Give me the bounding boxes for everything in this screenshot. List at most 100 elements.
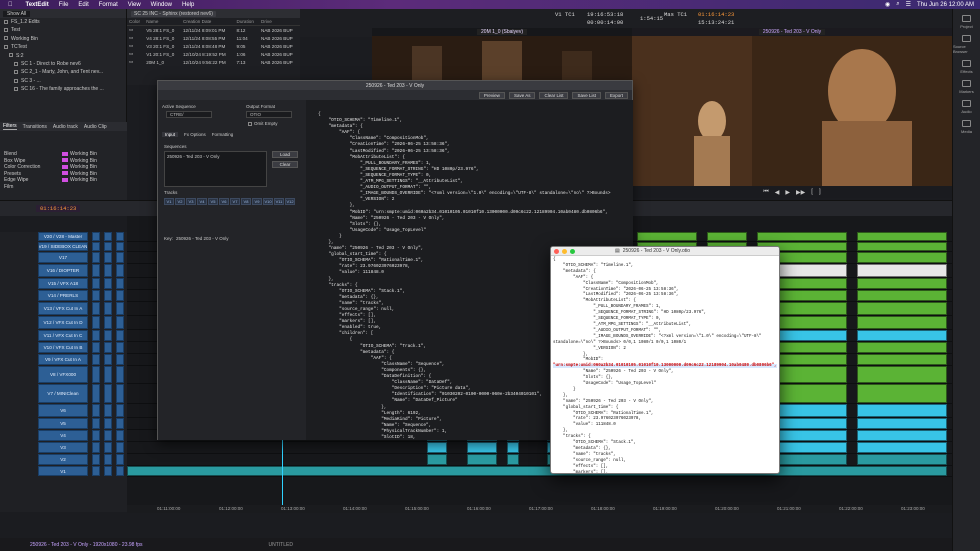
clear-button[interactable]: Clear bbox=[272, 161, 298, 168]
source-tc[interactable]: 19:16:53:18 bbox=[587, 11, 623, 18]
timeline-clip[interactable] bbox=[857, 404, 947, 417]
timeline-clip[interactable] bbox=[707, 232, 747, 241]
tab-transitions[interactable]: Transitions bbox=[23, 124, 47, 130]
track-toggle[interactable]: V6 bbox=[219, 198, 229, 205]
track-toggle-button[interactable] bbox=[92, 278, 100, 289]
apple-icon[interactable]:  bbox=[0, 2, 18, 8]
track-header[interactable]: V3 bbox=[38, 442, 88, 453]
timeline-clip[interactable] bbox=[857, 290, 947, 301]
track-toggle-button[interactable] bbox=[116, 430, 124, 441]
track-toggle-button[interactable] bbox=[116, 264, 124, 277]
track-header[interactable]: V1 bbox=[38, 466, 88, 476]
timeline-clip[interactable] bbox=[427, 454, 447, 465]
track-toggle-button[interactable] bbox=[116, 354, 124, 365]
track-toggle-button[interactable] bbox=[92, 232, 100, 241]
sidebar-effects[interactable]: Effects bbox=[953, 60, 980, 74]
track-toggle-button[interactable] bbox=[104, 430, 112, 441]
timeline-clip[interactable] bbox=[857, 442, 947, 453]
tab-formatting[interactable]: Formatting bbox=[212, 132, 234, 137]
track-toggle[interactable]: V3 bbox=[186, 198, 196, 205]
track-toggle-button[interactable] bbox=[104, 454, 112, 465]
source-tc-2[interactable]: 00:00:14:00 bbox=[587, 19, 623, 26]
fx-category[interactable]: Color Correction Presets bbox=[4, 164, 58, 177]
timeline-track[interactable] bbox=[127, 442, 952, 454]
tab-input[interactable]: Input bbox=[162, 132, 179, 137]
track-toggle-button[interactable] bbox=[116, 466, 124, 476]
clear-list-button[interactable]: Clear List bbox=[539, 91, 569, 99]
sidebar-audio[interactable]: Audio bbox=[953, 100, 980, 114]
timeline-clip[interactable] bbox=[427, 442, 447, 453]
save-as-button[interactable]: Save As bbox=[508, 91, 536, 99]
track-toggle[interactable]: V12 bbox=[285, 198, 295, 205]
menu-window[interactable]: Window bbox=[146, 2, 177, 8]
fx-item[interactable]: Working Bin bbox=[62, 164, 97, 171]
track-toggle-button[interactable] bbox=[104, 330, 112, 341]
fx-category[interactable]: Blend bbox=[4, 151, 58, 158]
bin-tree-item[interactable]: SC 16 - The family approaches the ... bbox=[4, 85, 126, 93]
track-toggle-button[interactable] bbox=[104, 316, 112, 329]
tab-fx-options[interactable]: Fx Options bbox=[184, 132, 206, 137]
sidebar-media[interactable]: Media bbox=[953, 120, 980, 134]
timeline-clip[interactable] bbox=[127, 466, 947, 476]
timeline-ruler[interactable]: 01:11:00:00 01:12:00:00 01:13:00:00 01:14:0… bbox=[127, 505, 952, 513]
source-clip-name[interactable]: 20M 1_0 (Sbaiyev) bbox=[477, 29, 527, 35]
track-header[interactable]: V5 bbox=[38, 418, 88, 429]
menu-file[interactable]: File bbox=[54, 2, 74, 8]
track-header[interactable]: V10 / VFX Cut In B bbox=[38, 342, 88, 353]
track-toggle-button[interactable] bbox=[104, 242, 112, 251]
timeline-clip[interactable] bbox=[637, 232, 697, 241]
sequence-list-item[interactable]: 250926 - Ted 203 - V Only bbox=[167, 154, 219, 159]
track-toggle-button[interactable] bbox=[92, 264, 100, 277]
track-toggle-button[interactable] bbox=[116, 442, 124, 453]
track-toggle-button[interactable] bbox=[116, 290, 124, 301]
track-toggle-button[interactable] bbox=[92, 384, 100, 403]
table-row[interactable]: ▭ V5 28:1 FS_0 12/11/24 8:09:01 PM 8:12 NAB … bbox=[127, 26, 300, 35]
timeline-clip[interactable] bbox=[857, 354, 947, 365]
timeline-clip[interactable] bbox=[507, 454, 519, 465]
track-header[interactable]: V20 / V28 - Master bbox=[38, 232, 88, 241]
track-toggle-button[interactable] bbox=[92, 454, 100, 465]
track-toggle-button[interactable] bbox=[104, 252, 112, 263]
textedit-document[interactable]: { "OTIO_SCHEMA": "Timeline.1", "metadata… bbox=[551, 256, 779, 473]
track-header[interactable]: V12 / VFX Cut In D bbox=[38, 316, 88, 329]
track-toggle-button[interactable] bbox=[116, 252, 124, 263]
track-toggle-button[interactable] bbox=[104, 342, 112, 353]
bin-tree-item[interactable]: SC 1 - Direct to Robe nev6 bbox=[4, 60, 126, 68]
track-header[interactable]: V16 / DIOPTER bbox=[38, 264, 88, 277]
track-toggle-button[interactable] bbox=[116, 342, 124, 353]
track-header[interactable]: V6 bbox=[38, 404, 88, 417]
track-header[interactable]: V8 / VFX000 bbox=[38, 366, 88, 383]
track-toggle-button[interactable] bbox=[92, 418, 100, 429]
menu-edit[interactable]: Edit bbox=[73, 2, 93, 8]
track-toggle-button[interactable] bbox=[116, 384, 124, 403]
timeline-clip[interactable] bbox=[757, 232, 847, 241]
track-toggle-button[interactable] bbox=[116, 454, 124, 465]
track-toggle-button[interactable] bbox=[116, 330, 124, 341]
minimize-icon[interactable] bbox=[562, 248, 567, 254]
search-icon[interactable]: ⌕ bbox=[896, 1, 899, 8]
bin-filter-select[interactable]: Show All bbox=[3, 10, 31, 17]
track-toggle-button[interactable] bbox=[116, 242, 124, 251]
track-toggle[interactable]: V2 bbox=[175, 198, 185, 205]
fx-item[interactable]: Working Bin bbox=[62, 177, 97, 184]
timeline-track[interactable] bbox=[127, 454, 952, 466]
track-toggle-button[interactable] bbox=[92, 430, 100, 441]
timeline-clip[interactable] bbox=[857, 278, 947, 289]
timeline-clip[interactable] bbox=[857, 330, 947, 341]
track-toggle[interactable]: V10 bbox=[263, 198, 273, 205]
fx-item[interactable]: Working Bin bbox=[62, 171, 97, 178]
bin-tree-item[interactable]: TCTest bbox=[4, 43, 126, 51]
track-toggle-button[interactable] bbox=[104, 466, 112, 476]
col-name[interactable]: Name bbox=[144, 18, 181, 26]
step-forward-icon[interactable]: ▶▶ bbox=[796, 189, 805, 196]
track-toggle-button[interactable] bbox=[92, 252, 100, 263]
record-tc-2[interactable]: 15:13:24:21 bbox=[698, 19, 734, 26]
track-toggle-button[interactable] bbox=[116, 366, 124, 383]
mark-out-icon[interactable]: ] bbox=[819, 189, 821, 195]
track-toggle-button[interactable] bbox=[104, 404, 112, 417]
track-toggle-button[interactable] bbox=[104, 278, 112, 289]
control-center-icon[interactable]: ☰ bbox=[906, 1, 911, 8]
track-toggle[interactable]: V9 bbox=[252, 198, 262, 205]
track-toggle-button[interactable] bbox=[104, 354, 112, 365]
track-toggle-button[interactable] bbox=[116, 418, 124, 429]
